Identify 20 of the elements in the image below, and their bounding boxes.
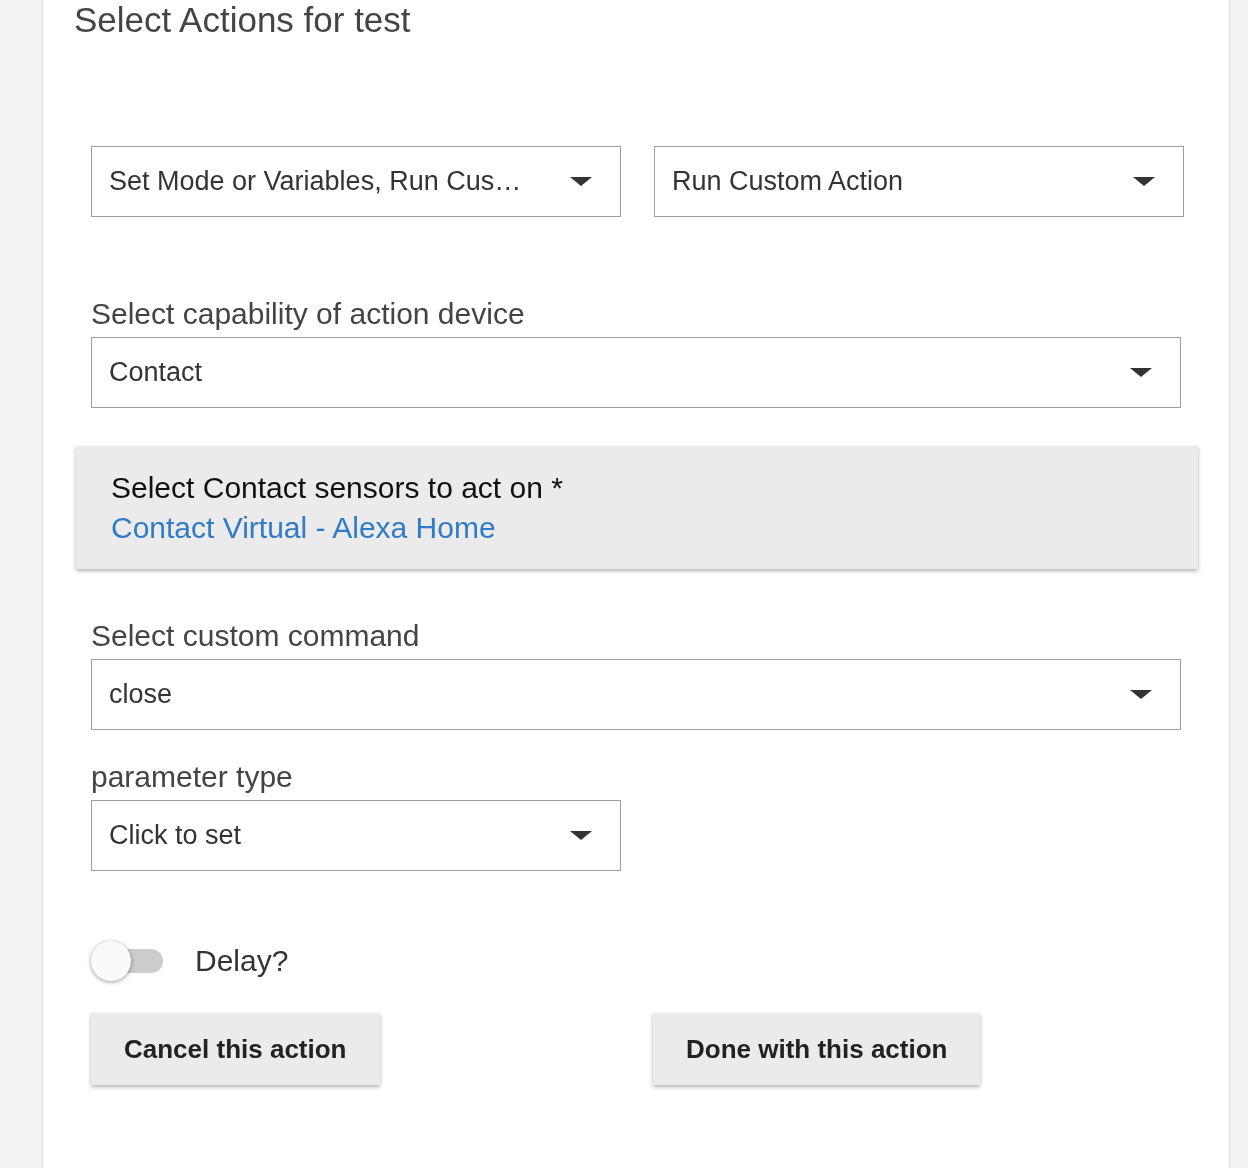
panel-label: Select Contact sensors to act on * [111,470,564,506]
page-title: Select Actions for test [74,0,412,40]
caret-icon [570,177,592,186]
dropdown[interactable]: Click to set [91,800,621,871]
field-label: parameter type [91,760,294,794]
field-label: Select custom command [91,619,421,653]
toggle-label: Delay? [195,944,289,978]
caret-icon [1130,368,1152,377]
action-button[interactable]: Cancel this action [91,1013,380,1085]
field-label: Select capability of action device [91,297,526,331]
dropdown[interactable]: close [91,659,1181,730]
caret-icon [570,831,592,840]
toggle-switch[interactable] [91,941,163,981]
dropdown[interactable]: Run Custom Action [654,146,1184,217]
action-button[interactable]: Done with this action [653,1013,981,1085]
caret-icon [1133,177,1155,186]
caret-icon [1130,690,1152,699]
dropdown[interactable]: Contact [91,337,1181,408]
dropdown[interactable]: Set Mode or Variables, Run Cus… [91,146,621,217]
device-link[interactable]: Contact Virtual - Alexa Home [111,511,496,544]
